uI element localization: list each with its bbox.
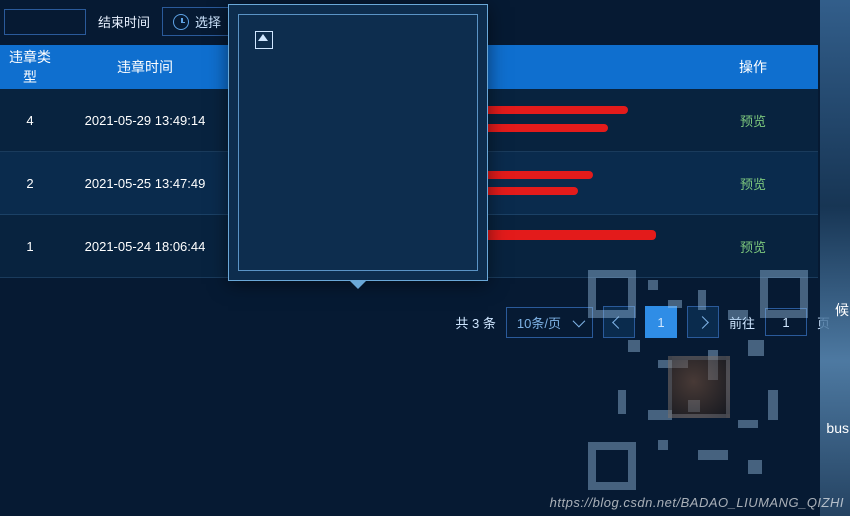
qr-avatar	[668, 356, 730, 418]
chevron-down-icon	[573, 314, 586, 327]
col-time: 违章时间	[60, 57, 230, 77]
popover-inner	[238, 14, 478, 271]
total-count: 共 3 条	[455, 313, 495, 332]
page-size-select[interactable]: 10条/页	[506, 307, 593, 338]
broken-image-icon	[255, 31, 273, 49]
right-decor-strip	[820, 0, 850, 516]
preview-link[interactable]: 预览	[688, 111, 818, 130]
cell-time: 2021-05-24 18:06:44	[60, 239, 230, 254]
col-type: 违章类型	[0, 47, 60, 87]
preview-link[interactable]: 预览	[688, 174, 818, 193]
time-placeholder: 选择	[195, 12, 221, 31]
preview-link[interactable]: 预览	[688, 237, 818, 256]
cell-time: 2021-05-25 13:47:49	[60, 176, 230, 191]
watermark-text: https://blog.csdn.net/BADAO_LIUMANG_QIZH…	[550, 495, 844, 510]
image-preview-popover	[228, 4, 488, 281]
cell-time: 2021-05-29 13:49:14	[60, 113, 230, 128]
cell-type: 2	[0, 176, 60, 191]
col-action: 操作	[688, 57, 818, 77]
cell-type: 1	[0, 239, 60, 254]
end-time-picker[interactable]: 选择	[162, 7, 232, 36]
filter-box-1[interactable]	[4, 9, 86, 35]
side-text-hou: 候	[835, 300, 849, 320]
cell-type: 4	[0, 113, 60, 128]
side-text-bus: bus	[826, 420, 849, 436]
end-time-label: 结束时间	[96, 12, 152, 31]
clock-icon	[173, 14, 189, 30]
page-size-value: 10条/页	[517, 313, 561, 332]
